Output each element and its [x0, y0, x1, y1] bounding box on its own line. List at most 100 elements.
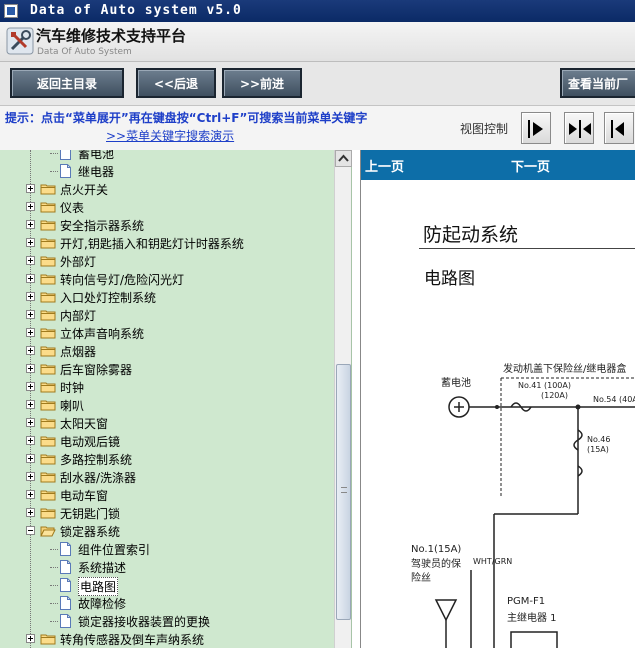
back-button[interactable]: <<后退 [136, 68, 216, 98]
tree-item-label: 转向信号灯/危险闪光灯 [60, 273, 185, 287]
next-page-link[interactable]: 下一页 [511, 156, 550, 175]
tree-doc-item[interactable]: 蓄电池 [0, 150, 334, 162]
expand-icon[interactable] [26, 310, 35, 319]
tree-folder-item[interactable]: 点烟器 [0, 342, 334, 360]
tree-folder-item[interactable]: 喇叭 [0, 396, 334, 414]
collapse-icon[interactable] [26, 526, 35, 535]
tree-doc-item[interactable]: 锁定器接收器装置的更换 [0, 612, 334, 630]
expand-icon[interactable] [26, 508, 35, 517]
expand-icon[interactable] [26, 238, 35, 247]
fusebox-label: 发动机盖下保险丝/继电器盒 [503, 362, 626, 375]
tree-folder-item[interactable]: 转角传感器及倒车声纳系统 [0, 630, 334, 648]
expand-icon[interactable] [26, 364, 35, 373]
tree-folder-item[interactable]: 安全指示器系统 [0, 216, 334, 234]
title-bar: Data of Auto system v5.0 [0, 0, 635, 22]
tree-item-label: 多路控制系统 [60, 453, 133, 467]
tree-folder-item[interactable]: 太阳天窗 [0, 414, 334, 432]
expand-icon[interactable] [26, 328, 35, 337]
scroll-thumb[interactable] [336, 364, 351, 620]
folder-icon [40, 472, 56, 483]
tree-folder-item[interactable]: 无钥匙门锁 [0, 504, 334, 522]
tree-folder-item[interactable]: 入口处灯控制系统 [0, 288, 334, 306]
expand-icon[interactable] [26, 400, 35, 409]
folder-icon [40, 400, 56, 411]
scroll-up-button[interactable] [335, 150, 352, 167]
tree-folder-item[interactable]: 时钟 [0, 378, 334, 396]
back-home-button[interactable]: 返回主目录 [10, 68, 124, 98]
expand-icon[interactable] [26, 382, 35, 391]
expand-icon[interactable] [26, 472, 35, 481]
prev-page-link[interactable]: 上一页 [365, 156, 404, 175]
driver-fuse-label-2: 险丝 [411, 571, 431, 584]
split-view-button[interactable] [564, 112, 594, 144]
document-icon [60, 578, 71, 592]
tree-folder-item[interactable]: 立体声音响系统 [0, 324, 334, 342]
view-control-label: 视图控制 [460, 122, 509, 136]
tree-item-label: 安全指示器系统 [60, 219, 145, 233]
tree-doc-item[interactable]: 故障检修 [0, 594, 334, 612]
app-subtitle: Data Of Auto System [37, 47, 132, 57]
document-icon [60, 596, 71, 610]
view-current-button[interactable]: 查看当前厂 [560, 68, 635, 98]
tree-folder-item[interactable]: 锁定器系统 [0, 522, 334, 540]
tree-folder-item[interactable]: 电动观后镜 [0, 432, 334, 450]
tree-doc-item[interactable]: 继电器 [0, 162, 334, 180]
expand-icon[interactable] [26, 184, 35, 193]
tree-doc-item[interactable]: 组件位置索引 [0, 540, 334, 558]
tree-item-label: 刮水器/洗涤器 [60, 471, 137, 485]
expand-icon[interactable] [26, 274, 35, 283]
expand-icon[interactable] [26, 220, 35, 229]
tree-folder-item[interactable]: 外部灯 [0, 252, 334, 270]
tree-item-label: 蓄电池 [78, 150, 115, 161]
folder-icon [40, 490, 56, 501]
expand-icon[interactable] [26, 436, 35, 445]
document-icon [60, 542, 71, 556]
folder-icon [40, 184, 56, 195]
expand-icon[interactable] [26, 292, 35, 301]
expand-right-button[interactable] [521, 112, 551, 144]
tree-folder-item[interactable]: 多路控制系统 [0, 450, 334, 468]
tree-folder-item[interactable]: 内部灯 [0, 306, 334, 324]
expand-left-button[interactable] [604, 112, 634, 144]
tree-scrollbar[interactable] [334, 150, 352, 648]
tree-item-label: 立体声音响系统 [60, 327, 145, 341]
menu-tree: 蓄电池 继电器点火开关仪表安全指示器系统 开灯,钥匙插入和钥匙灯计时器系统 外部灯转向… [0, 150, 352, 648]
tree-folder-item[interactable]: 后车窗除雾器 [0, 360, 334, 378]
tools-logo-icon [6, 27, 34, 55]
folder-icon [40, 220, 56, 231]
tree-folder-item[interactable]: 转向信号灯/危险闪光灯 [0, 270, 334, 288]
document-viewer: 上一页 下一页 防起动系统 电路图 发动机盖下保险丝/继电器盒 蓄电池 No.4… [360, 150, 635, 648]
tree-item-label: 喇叭 [60, 399, 85, 413]
expand-icon[interactable] [26, 346, 35, 355]
open-folder-icon [40, 526, 56, 537]
app-header: 汽车维修技术支持平台 Data Of Auto System [0, 22, 635, 62]
tree-item-label: 电动观后镜 [60, 435, 121, 449]
tree-item-label: 点火开关 [60, 183, 109, 197]
tree-folder-item[interactable]: 电动车窗 [0, 486, 334, 504]
tree-doc-item[interactable]: 系统描述 [0, 558, 334, 576]
document-icon [60, 560, 71, 574]
tree-item-label: 入口处灯控制系统 [60, 291, 157, 305]
chevron-up-icon [338, 154, 349, 162]
tree-folder-item[interactable]: 开灯,钥匙插入和钥匙灯计时器系统 [0, 234, 334, 252]
expand-icon[interactable] [26, 256, 35, 265]
tree-item-label: 内部灯 [60, 309, 97, 323]
expand-icon[interactable] [26, 418, 35, 427]
expand-icon[interactable] [26, 634, 35, 643]
folder-icon [40, 292, 56, 303]
expand-icon[interactable] [26, 202, 35, 211]
pgm-label: PGM-F1 [507, 596, 545, 607]
search-demo-link[interactable]: >>菜单关键字搜索演示 [106, 127, 234, 144]
tree-item-label: 仪表 [60, 201, 85, 215]
forward-button[interactable]: >>前进 [222, 68, 302, 98]
document-icon [60, 164, 71, 178]
folder-icon [40, 454, 56, 465]
tree-folder-item[interactable]: 仪表 [0, 198, 334, 216]
tree-folder-item[interactable]: 刮水器/洗涤器 [0, 468, 334, 486]
expand-icon[interactable] [26, 454, 35, 463]
fuse41-label: No.41 (100A) [518, 381, 571, 390]
tree-folder-item[interactable]: 点火开关 [0, 180, 334, 198]
tree-doc-item[interactable]: 电路图 [0, 576, 334, 596]
expand-icon[interactable] [26, 490, 35, 499]
toolbar: 返回主目录 <<后退 >>前进 查看当前厂 [0, 62, 635, 106]
